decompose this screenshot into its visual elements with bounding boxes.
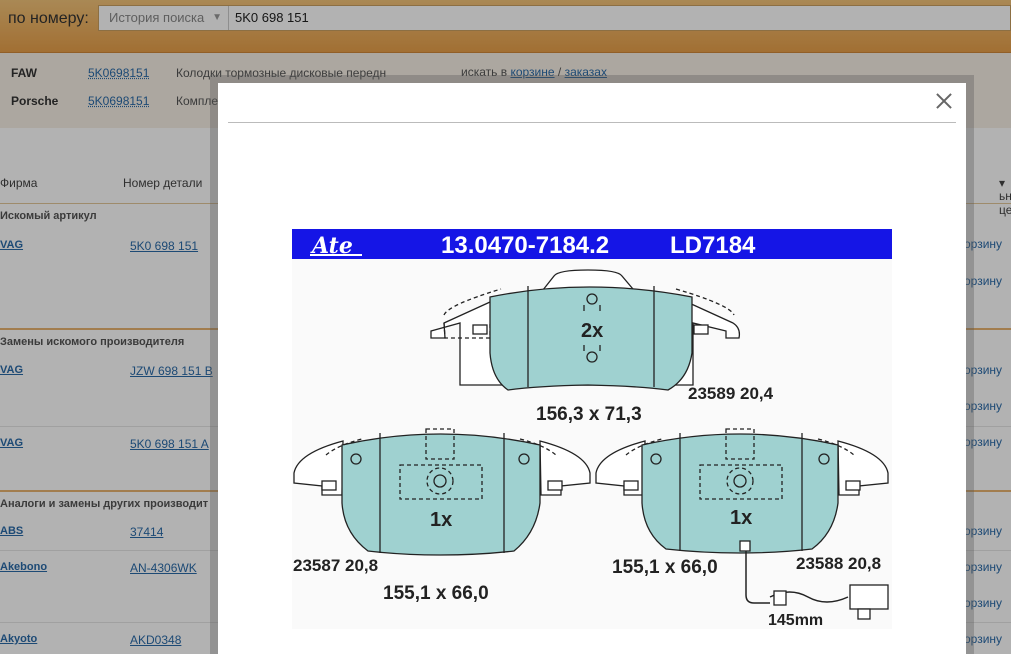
- ld-code: LD7184: [670, 232, 756, 259]
- right-pad-qty: 1x: [730, 507, 752, 529]
- sensor-wire-length: 145mm: [768, 612, 823, 629]
- left-pad-code: 23587 20,8: [293, 556, 378, 575]
- top-pad-dims: 156,3 x 71,3: [536, 404, 642, 425]
- top-pad-code: 23589 20,4: [688, 384, 774, 403]
- left-pad-qty: 1x: [430, 509, 452, 531]
- right-pad-dims: 155,1 x 66,0: [612, 557, 718, 578]
- left-pad-dims: 155,1 x 66,0: [383, 583, 489, 604]
- part-number: 13.0470-7184.2: [441, 232, 609, 259]
- brake-pad-diagram: Ate 13.0470-7184.2 LD7184 2x 23589 20,4: [292, 229, 892, 629]
- top-pad-qty: 2x: [581, 320, 603, 342]
- product-image-modal: Ate 13.0470-7184.2 LD7184 2x 23589 20,4: [218, 83, 966, 654]
- right-pad-code: 23588 20,8: [796, 554, 881, 573]
